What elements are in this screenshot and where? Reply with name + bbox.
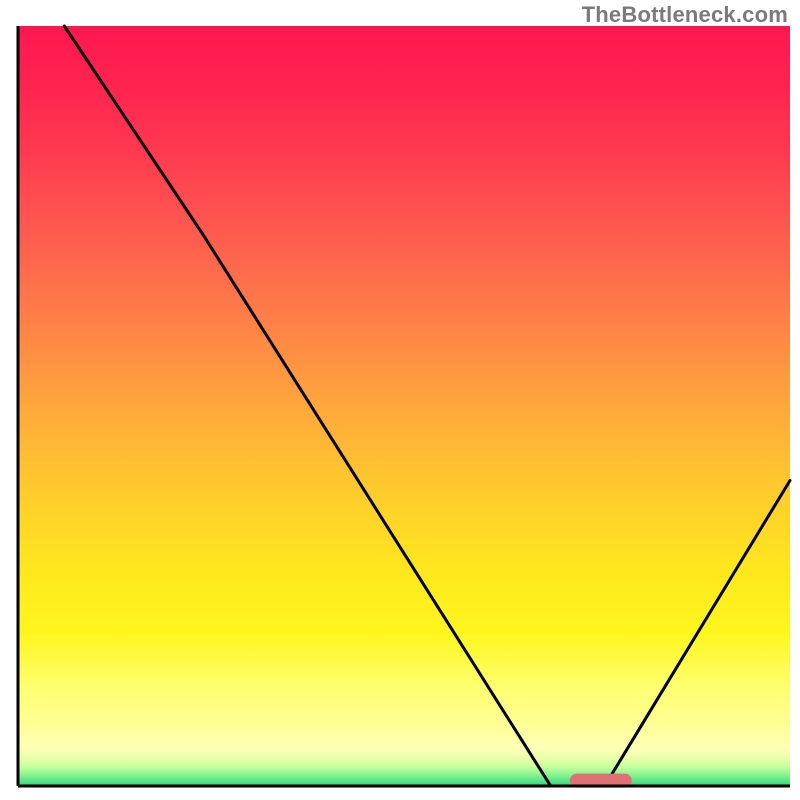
chart-svg <box>0 0 800 800</box>
bottleneck-chart: TheBottleneck.com <box>0 0 800 800</box>
